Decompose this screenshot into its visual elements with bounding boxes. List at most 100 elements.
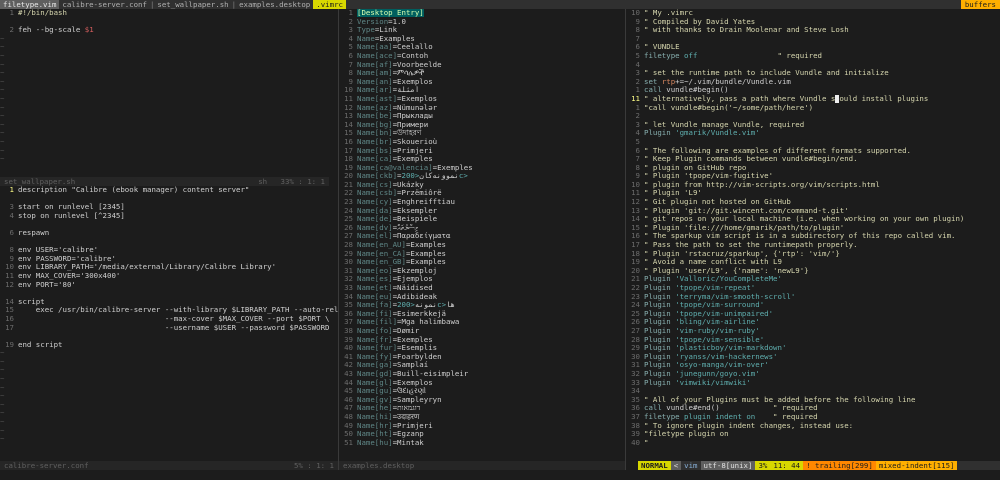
line-number: 1 (9, 186, 14, 194)
line-number: 25 (631, 309, 640, 318)
code-text: Name[fo] (357, 326, 393, 335)
code-text: =Esimerkkejä (392, 309, 447, 318)
code-text: 'tpope/vim-repeat' (675, 284, 756, 292)
line-number: 8 (635, 26, 640, 35)
line-number: 17 (631, 241, 640, 250)
code-text: Name[ga] (357, 361, 393, 370)
line-number: 29 (344, 249, 353, 258)
code-text: " Plugin 'file:///home/gmarik/path/to/pl… (644, 223, 845, 232)
code-line: 18 " Plugin 'rstacruz/sparkup', {'rtp': '… (626, 250, 1000, 259)
code-line: 8 " with thanks to Drain Moolenar and Ste… (626, 26, 1000, 35)
line-number: 12 (631, 198, 640, 207)
line-number: 19 (631, 258, 640, 267)
empty-line-marker: ~ (0, 60, 5, 69)
code-text: =Dømir (392, 326, 420, 335)
code-text: " set the runtime path to include Vundle… (644, 69, 889, 78)
code-text: =Ukázky (392, 180, 424, 189)
code-text: =Adibideak (392, 292, 438, 301)
empty-line-marker: ~ (0, 383, 5, 392)
code-text: =Przëmiôrë (397, 189, 442, 198)
line-number: 36 (631, 404, 640, 413)
code-line: 30 Plugin 'ryanss/vim-hackernews' (626, 353, 1000, 362)
code-line: 6 " VUNDLE (626, 43, 1000, 52)
line-number: 6 (635, 146, 640, 155)
code-text: Name[ace] (357, 51, 398, 60)
line-number: 19 (5, 340, 14, 349)
code-line: 25 Name[de]=Beispiele (339, 215, 625, 224)
code-text: respawn (18, 228, 50, 237)
code-text: set (644, 77, 662, 86)
line-number: 35 (344, 301, 353, 310)
empty-line-marker: ~ (0, 94, 5, 103)
code-text: Name[bg] (357, 120, 393, 129)
editor-pane-vimrc[interactable]: 10 " My .vimrc 9 " Compiled by David Yates 8… (626, 9, 1000, 461)
code-text: Name[ckb] (357, 172, 398, 181)
code-text: =Παραδείγματα (392, 232, 451, 241)
line-number: 13 (344, 112, 353, 121)
code-line: 16 --max-cover $MAX_COVER --port $PORT \ (0, 315, 338, 324)
line-number: 24 (631, 301, 640, 310)
code-text: Name[ast] (357, 94, 398, 103)
code-text: 'tpope/vim-sensible' (675, 335, 765, 344)
code-text: =Sampleyryn (392, 395, 442, 404)
line-number: 38 (631, 421, 640, 430)
code-text: " The following are examples of differen… (644, 146, 911, 155)
line-number: 37 (344, 318, 353, 327)
code-line: 36 Name[fi]=Esimerkkejä (339, 310, 625, 319)
line-number: 17 (344, 146, 353, 155)
empty-line-marker: ~ (0, 426, 5, 435)
tab-1[interactable]: calibre-server.conf (59, 0, 150, 9)
tab-3[interactable]: set_wallpaper.sh (154, 0, 232, 9)
tab-0[interactable]: filetype.vim (0, 0, 60, 9)
line-number: 9 (635, 17, 640, 26)
code-text: Name[fur] (357, 344, 398, 353)
code-text: 'junegunn/goyo.vim' (675, 369, 760, 378)
code-text: " let Vundle manage Vundle, required (644, 120, 805, 129)
code-text: =أمثلة (392, 86, 420, 95)
code-line: 22 Name[csb]=Przëmiôrë (339, 189, 625, 198)
line-number: 16 (344, 137, 353, 146)
line-number: 3 (9, 203, 14, 212)
code-line: 17 " Pass the path to set the runtimepath… (626, 241, 1000, 250)
code-text: Name[af] (357, 60, 393, 69)
editor-pane-wallpaper[interactable]: 1 #!/bin/bash 2 feh --bg-scale $1 ~ ~ ~ ~ ~ ~ ~ ~ ~ ~… (0, 9, 329, 177)
code-line: 10 " plugin from http://vim-scripts.org/v… (626, 181, 1000, 190)
line-number: 40 (631, 438, 640, 447)
code-text: Name[cs] (357, 180, 393, 189)
line-number: 15 (344, 129, 353, 138)
code-text: "filetype plugin on (644, 430, 729, 439)
line-number: 43 (344, 369, 353, 378)
code-text: Name[ar] (357, 86, 393, 95)
line-number: 22 (344, 189, 353, 198)
code-line: 13 " Plugin 'git://git.wincent.com/comman… (626, 207, 1000, 216)
tab-5[interactable]: examples.desktop (236, 0, 314, 9)
code-text: exec /usr/bin/calibre-server --with-libr… (18, 306, 338, 315)
code-line: 12 Name[az]=Nümunələr (339, 104, 625, 113)
code-text: plugin indent on (684, 412, 756, 421)
code-line: 27 Plugin 'vim-ruby/vim-ruby' (626, 327, 1000, 336)
line-number: 8 (635, 163, 640, 172)
line-number: 9 (9, 254, 14, 263)
tab-6[interactable]: .vimrc (313, 0, 346, 9)
line-number: 1 (635, 86, 640, 95)
line-number: 26 (344, 223, 353, 232)
code-text: call (644, 404, 667, 413)
code-line: 9 env PASSWORD='calibre' (0, 255, 338, 264)
code-text: =Eksempler (392, 206, 438, 215)
buffers-label[interactable]: buffers (960, 0, 1000, 9)
code-line: 15 exec /usr/bin/calibre-server --with-l… (0, 306, 338, 315)
code-text: " Plugin 'git://git.wincent.com/command-… (644, 206, 849, 215)
code-line: 7 Name[af]=Voorbeelde (339, 61, 625, 70)
code-line: 7 (626, 35, 1000, 44)
editor-pane-desktop[interactable]: 1 [Desktop Entry] 2 Version=1.0 3 Type=Link 4 N… (339, 9, 625, 461)
code-line: 9 Name[an]=Exemplos (339, 78, 625, 87)
code-line: 3 " let Vundle manage Vundle, required (626, 121, 1000, 130)
line-number: 2 (9, 26, 14, 35)
code-text: =Link (374, 26, 398, 35)
editor-pane-calibre[interactable]: 1 description "Calibre (ebook manager) co… (0, 186, 338, 461)
code-text: ould install plugins (839, 94, 929, 103)
line-number: 11 (344, 94, 353, 103)
line-number: 9 (348, 77, 353, 86)
code-line: 28 Plugin 'tpope/vim-sensible' (626, 336, 1000, 345)
code-text: Name[ht] (357, 430, 393, 439)
